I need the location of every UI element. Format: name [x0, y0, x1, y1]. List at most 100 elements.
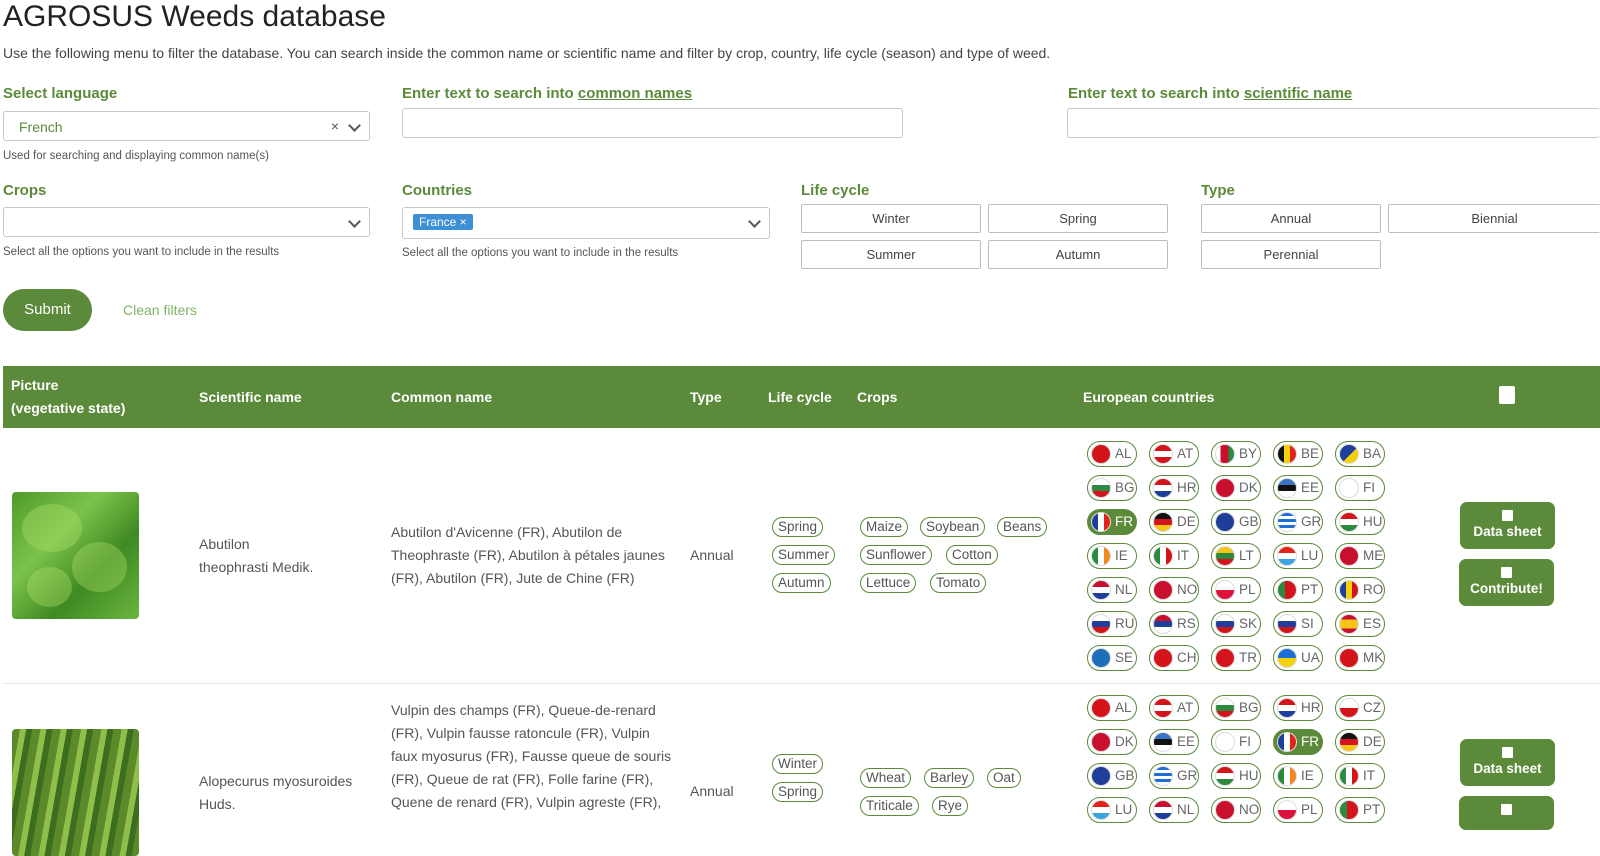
lifecycle-pill: Autumn [772, 573, 831, 593]
common-name-input[interactable] [402, 108, 903, 138]
header-scientific[interactable]: Scientific name [199, 389, 302, 405]
datasheet-button[interactable]: Data sheet [1460, 739, 1555, 786]
country-badge-si: SI [1273, 611, 1323, 637]
country-badge-ba: BA [1335, 441, 1385, 467]
flag-icon [1277, 512, 1297, 532]
country-code: HU [1363, 514, 1383, 529]
country-code: GR [1301, 514, 1322, 529]
country-code: PL [1239, 582, 1256, 597]
header-picture: Picture [11, 377, 59, 393]
country-code: NL [1115, 582, 1133, 597]
comment-icon [1501, 804, 1512, 815]
flag-icon [1339, 512, 1359, 532]
flag-icon [1215, 614, 1235, 634]
country-code: FR [1115, 514, 1133, 529]
country-code: GR [1177, 768, 1198, 783]
flag-icon [1153, 546, 1173, 566]
flag-icon [1091, 732, 1111, 752]
country-badge-pt: PT [1335, 797, 1385, 823]
page-title: AGROSUS Weeds database [3, 0, 386, 33]
flag-icon [1091, 648, 1111, 668]
common-name: Abutilon d'Avicenne (FR), Abutilon de Th… [391, 524, 665, 586]
country-code: FI [1239, 734, 1251, 749]
flag-icon [1215, 580, 1235, 600]
chevron-down-icon [748, 215, 761, 228]
country-badge-ie: IE [1087, 543, 1137, 569]
flag-icon [1091, 512, 1111, 532]
scientific-name[interactable]: Alopecurus myosuroides Huds. [199, 770, 352, 816]
common-names-link[interactable]: common names [578, 85, 692, 102]
crop-pill: Tomato [930, 573, 987, 593]
flag-icon [1339, 580, 1359, 600]
crop-pill: Oat [987, 768, 1021, 788]
clear-icon[interactable]: × [331, 118, 339, 134]
country-code: BG [1115, 480, 1135, 495]
flag-icon [1277, 444, 1297, 464]
submit-button[interactable]: Submit [3, 289, 92, 331]
header-countries[interactable]: European countries [1083, 389, 1214, 405]
header-common[interactable]: Common name [391, 389, 492, 405]
scientific-name-input[interactable] [1067, 108, 1600, 138]
flag-icon [1153, 444, 1173, 464]
datasheet-button[interactable]: Data sheet [1460, 502, 1555, 549]
header-crops[interactable]: Crops [857, 389, 897, 405]
country-code: HR [1301, 700, 1321, 715]
crop-pill: Barley [924, 768, 975, 788]
country-badge-al: AL [1087, 441, 1137, 467]
country-badge-es: ES [1335, 611, 1385, 637]
weed-picture[interactable] [12, 492, 139, 619]
crop-pill: Triticale [860, 796, 919, 816]
country-code: AL [1115, 700, 1132, 715]
country-tag-france[interactable]: France × [413, 214, 473, 230]
header-lifecycle[interactable]: Life cycle [768, 389, 832, 405]
header-type[interactable]: Type [690, 389, 722, 405]
flag-icon [1153, 478, 1173, 498]
scientific-name-link[interactable]: scientific name [1244, 85, 1352, 102]
country-code: LU [1115, 802, 1133, 817]
country-badge-gr: GR [1149, 763, 1199, 789]
lifecycle-spring-button[interactable]: Spring [988, 204, 1168, 233]
crop-pill: Wheat [860, 768, 912, 788]
country-badge-by: BY [1211, 441, 1261, 467]
weed-picture[interactable] [12, 729, 139, 856]
lifecycle-summer-button[interactable]: Summer [801, 240, 981, 269]
country-badge-gb: GB [1211, 509, 1261, 535]
flag-icon [1091, 478, 1111, 498]
language-hint: Used for searching and displaying common… [3, 150, 269, 162]
flag-icon [1277, 478, 1297, 498]
crops-select[interactable] [3, 207, 370, 237]
crop-pill: Cotton [946, 545, 998, 565]
flag-icon [1339, 648, 1359, 668]
country-badge-dk: DK [1211, 475, 1261, 501]
country-code: PT [1363, 802, 1381, 817]
flag-icon [1153, 614, 1173, 634]
flag-icon [1339, 546, 1359, 566]
scientific-name[interactable]: Abutilon theophrasti Medik. [199, 533, 313, 579]
country-badge-fr: FR [1087, 509, 1137, 535]
country-badge-ie: IE [1273, 763, 1323, 789]
contribute-button[interactable] [1459, 796, 1554, 830]
country-code: IE [1301, 768, 1314, 783]
flag-icon [1215, 512, 1235, 532]
country-code: ME [1363, 548, 1384, 563]
flag-icon [1153, 800, 1173, 820]
crop-pill: Lettuce [860, 573, 917, 593]
lifecycle-autumn-button[interactable]: Autumn [988, 240, 1168, 269]
language-select[interactable]: French × [3, 111, 370, 141]
clean-filters-link[interactable]: Clean filters [123, 302, 197, 318]
type-biennial-button[interactable]: Biennial [1388, 204, 1600, 233]
type-annual-button[interactable]: Annual [1201, 204, 1381, 233]
countries-select[interactable]: France × [402, 207, 770, 239]
country-code: NL [1177, 802, 1195, 817]
comment-icon [1501, 567, 1512, 578]
flag-icon [1215, 800, 1235, 820]
country-badge-me: ME [1335, 543, 1385, 569]
contribute-button[interactable]: Contribute! [1459, 559, 1554, 606]
country-badge-nl: NL [1087, 577, 1137, 603]
type-perennial-button[interactable]: Perennial [1201, 240, 1381, 269]
flag-icon [1091, 546, 1111, 566]
lifecycle-winter-button[interactable]: Winter [801, 204, 981, 233]
flag-icon [1091, 580, 1111, 600]
flag-icon [1091, 614, 1111, 634]
flag-icon [1277, 800, 1297, 820]
